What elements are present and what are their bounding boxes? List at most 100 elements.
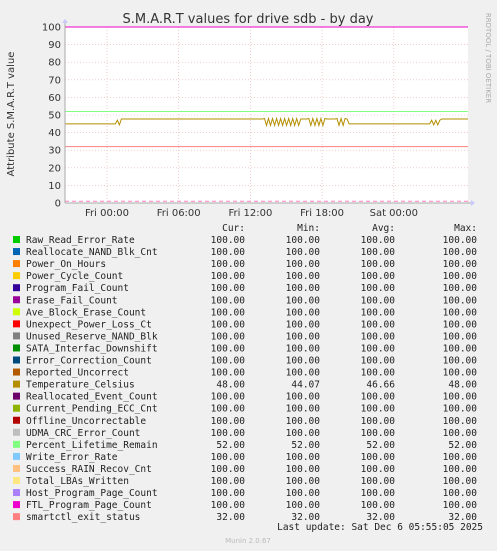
legend-column-header: Max: xyxy=(454,223,477,234)
legend-value-avg: 100.00 xyxy=(361,464,396,475)
legend-swatch xyxy=(13,489,20,497)
y-tick-label: 10 xyxy=(48,181,61,192)
legend-label: Program_Fail_Count xyxy=(26,283,129,294)
legend-column-header: Min: xyxy=(297,223,320,234)
legend-value-min: 100.00 xyxy=(286,319,321,330)
legend-value-avg: 100.00 xyxy=(361,235,396,246)
legend-column-header: Cur: xyxy=(222,223,245,234)
legend-value-min: 100.00 xyxy=(286,392,321,403)
legend-value-cur: 100.00 xyxy=(211,368,246,379)
legend-label: Total_LBAs_Written xyxy=(26,476,129,487)
legend-value-avg: 100.00 xyxy=(361,488,396,499)
legend-value-cur: 100.00 xyxy=(211,259,246,270)
y-tick-label: 100 xyxy=(42,23,61,34)
legend-label: Reported_Uncorrect xyxy=(26,368,129,379)
legend-value-avg: 100.00 xyxy=(361,368,396,379)
y-axis-label: Attribute S.M.A.R.T value xyxy=(6,52,17,177)
legend-value-cur: 100.00 xyxy=(211,392,246,403)
legend-value-cur: 100.00 xyxy=(211,500,246,511)
legend-swatch xyxy=(13,501,20,509)
legend-value-max: 100.00 xyxy=(443,247,478,258)
x-axis-arrow xyxy=(471,200,475,206)
legend-label: UDMA_CRC_Error_Count xyxy=(26,428,140,439)
y-tick-label: 50 xyxy=(48,111,61,122)
legend-value-cur: 100.00 xyxy=(211,271,246,282)
legend-value-cur: 52.00 xyxy=(216,440,245,451)
legend-value-max: 100.00 xyxy=(443,500,478,511)
legend-value-avg: 100.00 xyxy=(361,283,396,294)
y-tick-label: 0 xyxy=(55,199,61,210)
legend-swatch xyxy=(13,236,20,243)
rrdtool-credit: RRDTOOL / TOBI OETIKER xyxy=(484,13,492,103)
legend-value-avg: 100.00 xyxy=(361,356,396,367)
legend-value-cur: 100.00 xyxy=(211,295,246,306)
legend-label: Current_Pending_ECC_Cnt xyxy=(26,404,158,415)
legend-value-max: 100.00 xyxy=(443,235,478,246)
legend-value-min: 100.00 xyxy=(286,368,321,379)
legend-value-avg: 100.00 xyxy=(361,247,396,258)
legend-value-min: 100.00 xyxy=(286,307,321,318)
y-tick-label: 80 xyxy=(48,58,61,69)
legend-swatch xyxy=(13,368,20,376)
legend-value-max: 100.00 xyxy=(443,283,478,294)
legend-value-min: 100.00 xyxy=(286,271,321,282)
y-tick-label: 30 xyxy=(48,146,61,157)
legend-label: FTL_Program_Page_Count xyxy=(26,500,152,511)
legend-label: Error_Correction_Count xyxy=(26,356,152,367)
legend-value-cur: 32.00 xyxy=(216,512,245,523)
legend-value-min: 100.00 xyxy=(286,476,321,487)
legend-swatch xyxy=(13,260,20,268)
legend-label: Reallocated_Event_Count xyxy=(26,392,158,403)
munin-version: Munin 2.0.67 xyxy=(225,537,271,545)
legend-swatch xyxy=(13,332,20,340)
legend-swatch xyxy=(13,356,20,364)
legend-value-avg: 46.66 xyxy=(366,380,395,391)
legend-label: Ave_Block_Erase_Count xyxy=(26,307,146,318)
legend-value-max: 100.00 xyxy=(443,368,478,379)
legend-label: Host_Program_Page_Count xyxy=(26,488,158,499)
legend-value-max: 100.00 xyxy=(443,343,478,354)
legend-value-min: 100.00 xyxy=(286,235,321,246)
legend-label: Temperature_Celsius xyxy=(26,380,135,391)
legend-value-max: 100.00 xyxy=(443,295,478,306)
legend-value-min: 100.00 xyxy=(286,416,321,427)
legend-swatch xyxy=(13,392,20,400)
y-tick-label: 60 xyxy=(48,93,61,104)
legend-swatch xyxy=(13,296,20,304)
legend-value-max: 100.00 xyxy=(443,416,478,427)
y-tick-label: 90 xyxy=(48,40,61,51)
legend-label: SATA_Interfac_Downshift xyxy=(26,343,158,354)
legend-value-max: 52.00 xyxy=(448,440,477,451)
legend-label: Unused_Reserve_NAND_Blk xyxy=(26,331,158,342)
y-tick-label: 20 xyxy=(48,163,61,174)
legend-value-cur: 100.00 xyxy=(211,428,246,439)
legend-value-cur: 100.00 xyxy=(211,307,246,318)
legend-value-max: 100.00 xyxy=(443,259,478,270)
legend-value-max: 100.00 xyxy=(443,319,478,330)
x-tick-label: Sat 00:00 xyxy=(370,208,418,219)
legend-swatch xyxy=(13,380,20,388)
legend-label: Power_On_Hours xyxy=(26,259,106,270)
legend-swatch xyxy=(13,344,20,352)
legend-label: Raw_Read_Error_Rate xyxy=(26,235,135,246)
legend-label: Reallocate_NAND_Blk_Cnt xyxy=(26,247,158,258)
y-tick-label: 40 xyxy=(48,128,61,139)
legend-value-max: 100.00 xyxy=(443,476,478,487)
legend-value-cur: 100.00 xyxy=(211,319,246,330)
legend-swatch xyxy=(13,416,20,424)
legend-value-avg: 100.00 xyxy=(361,476,396,487)
legend-value-min: 100.00 xyxy=(286,283,321,294)
x-tick-label: Fri 18:00 xyxy=(300,208,344,219)
legend-value-max: 100.00 xyxy=(443,488,478,499)
legend-value-avg: 100.00 xyxy=(361,259,396,270)
legend-value-max: 100.00 xyxy=(443,307,478,318)
legend-label: Erase_Fail_Count xyxy=(26,295,118,306)
legend-value-min: 100.00 xyxy=(286,428,321,439)
chart-title: S.M.A.R.T values for drive sdb - by day xyxy=(123,12,374,27)
legend-label: Power_Cycle_Count xyxy=(26,271,123,282)
legend-label: Success_RAIN_Recov_Cnt xyxy=(26,464,152,475)
legend-value-cur: 100.00 xyxy=(211,476,246,487)
legend-label: Unexpect_Power_Loss_Ct xyxy=(26,319,152,330)
legend-value-min: 100.00 xyxy=(286,500,321,511)
legend-value-max: 100.00 xyxy=(443,464,478,475)
